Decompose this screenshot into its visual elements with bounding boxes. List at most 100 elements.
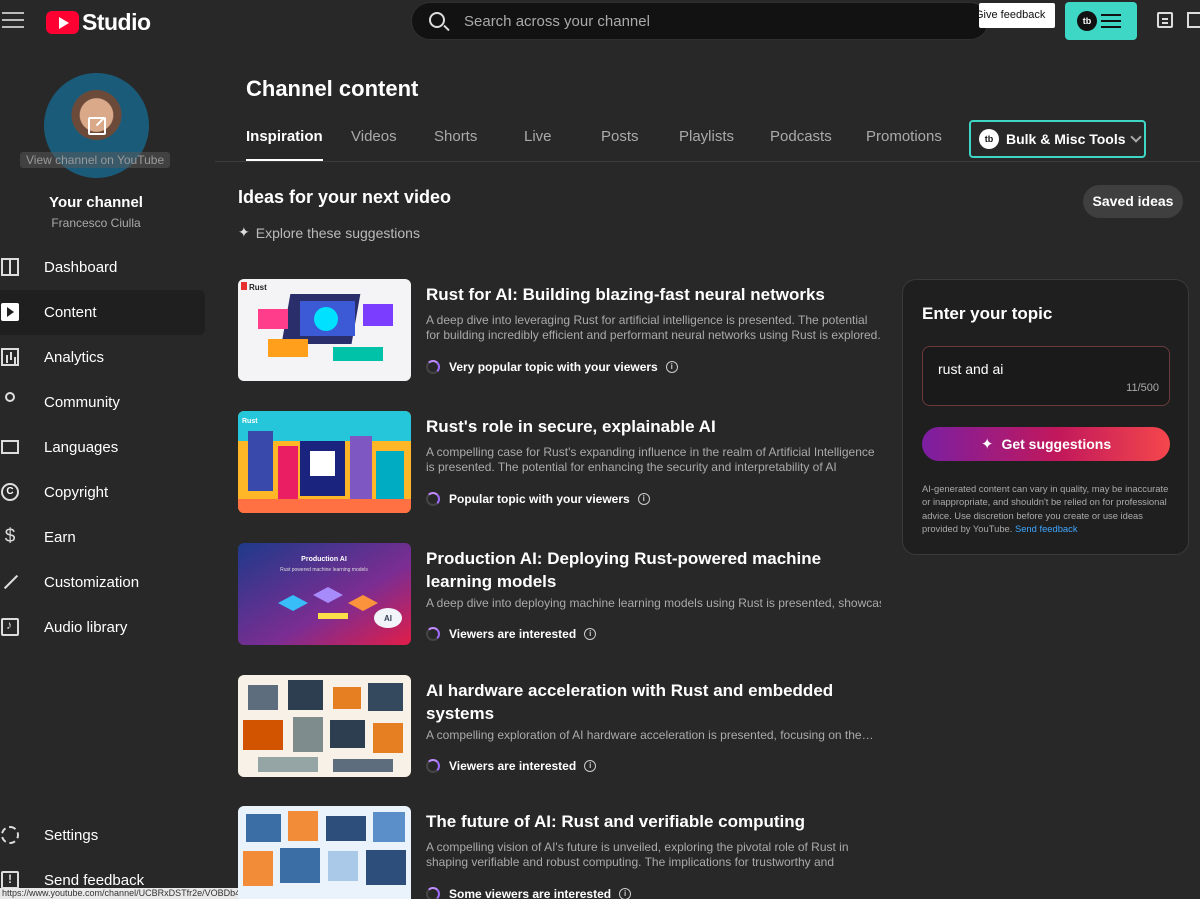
idea-card[interactable]: AI hardware acceleration with Rust and e… bbox=[238, 675, 888, 785]
sidebar-item-earn[interactable]: $ Earn bbox=[0, 515, 205, 560]
community-icon bbox=[5, 392, 15, 402]
tab-podcasts[interactable]: Podcasts bbox=[770, 128, 832, 145]
apps-icon[interactable] bbox=[1187, 12, 1200, 28]
info-icon[interactable]: i bbox=[584, 628, 597, 640]
idea-title[interactable]: Rust for AI: Building blazing-fast neura… bbox=[426, 283, 886, 306]
idea-thumbnail[interactable]: Rust bbox=[238, 411, 411, 513]
sidebar-item-label: Send feedback bbox=[44, 872, 145, 889]
idea-thumbnail[interactable] bbox=[238, 675, 411, 777]
idea-card[interactable]: The future of AI: Rust and verifiable co… bbox=[238, 806, 888, 899]
tab-live[interactable]: Live bbox=[524, 128, 552, 145]
idea-popularity: Viewers are interested i bbox=[426, 759, 597, 773]
earn-icon: $ bbox=[4, 526, 16, 547]
sidebar-bottom-nav: Settings Send feedback bbox=[0, 813, 205, 899]
sidebar-item-label: Languages bbox=[44, 439, 119, 456]
idea-title[interactable]: Rust's role in secure, explainable AI bbox=[426, 415, 886, 438]
bulk-misc-tools-label: Bulk & Misc Tools bbox=[1006, 131, 1126, 147]
sidebar-item-content[interactable]: Content bbox=[0, 290, 205, 335]
topic-input-value[interactable]: rust and ai bbox=[938, 361, 1003, 377]
tab-shorts[interactable]: Shorts bbox=[434, 128, 477, 145]
idea-thumbnail[interactable]: Production AI Rust powered machine learn… bbox=[238, 543, 411, 645]
tab-inspiration[interactable]: Inspiration bbox=[246, 128, 323, 162]
tubebuddy-icon: tb bbox=[979, 129, 999, 149]
audio-library-icon bbox=[1, 618, 19, 636]
tab-promotions[interactable]: Promotions bbox=[866, 128, 942, 145]
sidebar-item-community[interactable]: Community bbox=[0, 380, 205, 425]
popularity-label: Viewers are interested bbox=[449, 627, 577, 641]
tubebuddy-menu-button[interactable]: tb bbox=[1065, 2, 1137, 40]
top-bar: Studio Give feedback tb bbox=[0, 0, 1200, 50]
page-title: Channel content bbox=[246, 76, 419, 101]
idea-popularity: Popular topic with your viewers i bbox=[426, 492, 650, 506]
menu-icon[interactable] bbox=[2, 12, 24, 30]
idea-description: A deep dive into deploying machine learn… bbox=[426, 596, 881, 610]
popularity-ring-icon bbox=[426, 360, 440, 374]
get-suggestions-button[interactable]: ✦ Get suggestions bbox=[922, 427, 1170, 461]
content-icon bbox=[1, 303, 19, 321]
sidebar-item-label: Content bbox=[44, 304, 97, 321]
settings-icon bbox=[1, 826, 19, 844]
topic-input[interactable]: rust and ai 11/500 bbox=[922, 346, 1170, 406]
info-icon[interactable]: i bbox=[665, 361, 678, 373]
idea-description: A compelling exploration of AI hardware … bbox=[426, 728, 874, 742]
sidebar-item-label: Copyright bbox=[44, 484, 109, 501]
info-icon[interactable]: i bbox=[619, 888, 632, 899]
sidebar-item-dashboard[interactable]: Dashboard bbox=[0, 245, 205, 290]
search-input[interactable] bbox=[464, 3, 964, 39]
explore-suggestions: ✦ Explore these suggestions bbox=[238, 224, 420, 241]
thumb-production-subtitle: Rust powered machine learning models bbox=[280, 567, 368, 573]
copyright-icon: C bbox=[1, 483, 19, 501]
info-icon[interactable]: i bbox=[637, 493, 650, 505]
external-link-icon[interactable] bbox=[88, 117, 106, 135]
popularity-ring-icon bbox=[426, 887, 440, 899]
popularity-ring-icon bbox=[426, 492, 440, 506]
sidebar-item-audio-library[interactable]: Audio library bbox=[0, 605, 205, 650]
info-icon[interactable]: i bbox=[584, 760, 597, 772]
send-feedback-link[interactable]: Send feedback bbox=[1015, 523, 1078, 534]
idea-popularity: Very popular topic with your viewers i bbox=[426, 360, 678, 374]
idea-title[interactable]: Production AI: Deploying Rust-powered ma… bbox=[426, 547, 886, 593]
give-feedback-button[interactable]: Give feedback bbox=[979, 3, 1055, 28]
tubebuddy-icon: tb bbox=[1077, 11, 1097, 31]
thumb-rust-tag: Rust bbox=[249, 283, 267, 292]
send-feedback-icon bbox=[1, 871, 19, 889]
sidebar-item-languages[interactable]: Languages bbox=[0, 425, 205, 470]
youtube-studio-logo[interactable]: Studio bbox=[46, 9, 151, 36]
search-icon[interactable] bbox=[429, 12, 445, 28]
feedback-icon[interactable] bbox=[1157, 12, 1173, 28]
idea-title[interactable]: AI hardware acceleration with Rust and e… bbox=[426, 679, 886, 725]
idea-card[interactable]: Production AI Rust powered machine learn… bbox=[238, 543, 888, 653]
get-suggestions-label: Get suggestions bbox=[1001, 436, 1112, 452]
popularity-label: Popular topic with your viewers bbox=[449, 492, 630, 506]
sidebar-item-customization[interactable]: Customization bbox=[0, 560, 205, 605]
sidebar-item-copyright[interactable]: C Copyright bbox=[0, 470, 205, 515]
sidebar-item-settings[interactable]: Settings bbox=[0, 813, 205, 858]
idea-description: A compelling case for Rust's expanding i… bbox=[426, 445, 875, 474]
explore-label: Explore these suggestions bbox=[255, 224, 420, 241]
popularity-label: Viewers are interested bbox=[449, 759, 577, 773]
search-bar[interactable] bbox=[411, 2, 989, 40]
sparkle-icon: ✦ bbox=[980, 436, 994, 453]
analytics-icon bbox=[1, 348, 19, 366]
saved-ideas-button[interactable]: Saved ideas bbox=[1083, 185, 1183, 218]
dashboard-icon bbox=[1, 258, 19, 276]
tab-videos[interactable]: Videos bbox=[351, 128, 397, 145]
sidebar-item-label: Settings bbox=[44, 827, 99, 844]
idea-title[interactable]: The future of AI: Rust and verifiable co… bbox=[426, 810, 886, 833]
bulk-misc-tools-button[interactable]: tb Bulk & Misc Tools bbox=[969, 120, 1146, 158]
idea-thumbnail[interactable] bbox=[238, 806, 411, 899]
topic-panel: Enter your topic rust and ai 11/500 ✦ Ge… bbox=[902, 279, 1189, 555]
tab-posts[interactable]: Posts bbox=[601, 128, 639, 145]
sidebar-item-label: Dashboard bbox=[44, 259, 118, 276]
idea-thumbnail[interactable]: Rust bbox=[238, 279, 411, 381]
tubebuddy-menu-icon bbox=[1101, 14, 1121, 32]
thumb-rust-tag: Rust bbox=[242, 418, 258, 425]
sidebar-item-analytics[interactable]: Analytics bbox=[0, 335, 205, 380]
ideas-heading: Ideas for your next video bbox=[238, 187, 452, 207]
idea-card[interactable]: Rust Rust's role in secure, explainable … bbox=[238, 411, 888, 521]
sidebar-item-label: Audio library bbox=[44, 619, 128, 636]
tabs-divider bbox=[215, 161, 1200, 162]
youtube-logo-icon bbox=[46, 11, 79, 34]
tab-playlists[interactable]: Playlists bbox=[679, 128, 734, 145]
idea-card[interactable]: Rust Rust for AI: Building blazing-fast … bbox=[238, 279, 888, 389]
